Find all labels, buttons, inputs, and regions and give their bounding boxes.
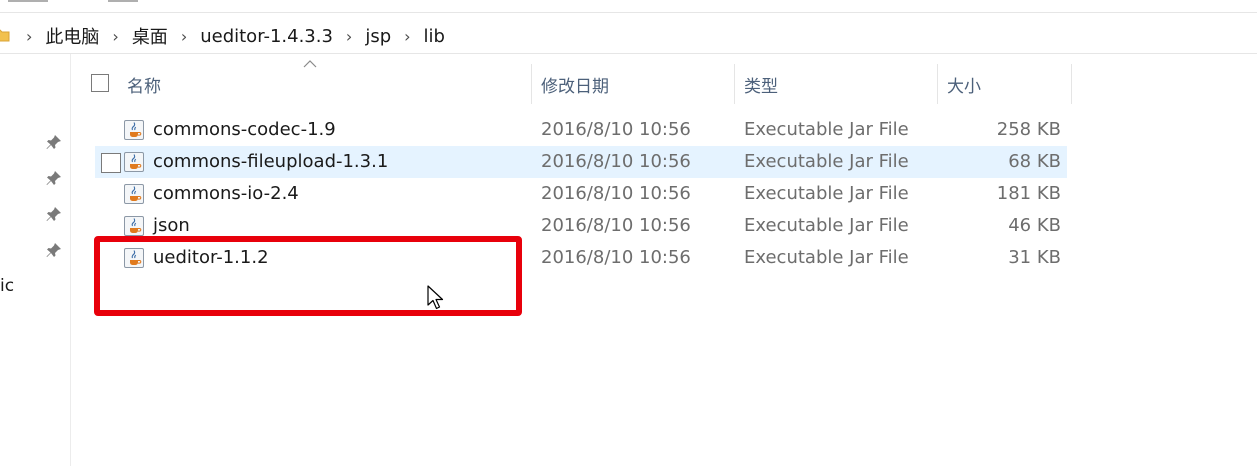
- file-date-modified: 2016/8/10 10:56: [541, 119, 691, 140]
- file-size: 68 KB: [1008, 151, 1061, 172]
- address-bar[interactable]: › 此电脑 › 桌面 › ueditor-1.4.3.3 › jsp › lib: [0, 19, 1257, 54]
- file-list: 名称 修改日期 类型 大小 commons-codec-1.9 2016/8/1…: [71, 54, 1257, 466]
- file-row[interactable]: commons-codec-1.9 2016/8/10 10:56 Execut…: [95, 114, 1067, 146]
- folder-icon: [0, 29, 10, 42]
- file-row[interactable]: json 2016/8/10 10:56 Executable Jar File…: [95, 210, 1067, 242]
- breadcrumb-separator[interactable]: ›: [346, 27, 352, 46]
- java-jar-icon: [124, 216, 144, 236]
- column-divider[interactable]: [1071, 64, 1072, 104]
- ribbon-fragment: [8, 0, 48, 6]
- ribbon-fragment: [108, 0, 138, 6]
- file-name: commons-codec-1.9: [153, 119, 336, 140]
- breadcrumb-separator[interactable]: ›: [112, 27, 118, 46]
- file-type: Executable Jar File: [744, 119, 909, 140]
- breadcrumb-lib[interactable]: lib: [424, 26, 445, 47]
- ribbon-strip: [0, 0, 1257, 13]
- column-header-type[interactable]: 类型: [744, 72, 778, 97]
- file-size: 46 KB: [1008, 215, 1061, 236]
- file-size: 258 KB: [996, 119, 1061, 140]
- mouse-cursor-icon: [427, 285, 444, 310]
- column-header-name[interactable]: 名称: [127, 72, 161, 97]
- column-header-date-modified[interactable]: 修改日期: [541, 72, 609, 97]
- breadcrumb-separator[interactable]: ›: [404, 27, 410, 46]
- column-divider[interactable]: [531, 64, 532, 104]
- file-date-modified: 2016/8/10 10:56: [541, 215, 691, 236]
- file-row[interactable]: commons-io-2.4 2016/8/10 10:56 Executabl…: [95, 178, 1067, 210]
- file-type: Executable Jar File: [744, 183, 909, 204]
- file-name: commons-io-2.4: [153, 183, 299, 204]
- pin-icon[interactable]: [46, 242, 62, 258]
- file-row[interactable]: ueditor-1.1.2 2016/8/10 10:56 Executable…: [95, 242, 1067, 274]
- navigation-pane: ic: [0, 54, 71, 466]
- file-type: Executable Jar File: [744, 151, 909, 172]
- breadcrumb: › 此电脑 › 桌面 › ueditor-1.4.3.3 › jsp › lib: [26, 19, 458, 53]
- breadcrumb-separator[interactable]: ›: [26, 27, 32, 46]
- file-size: 31 KB: [1008, 247, 1061, 268]
- column-divider[interactable]: [937, 64, 938, 104]
- java-jar-icon: [124, 248, 144, 268]
- column-header-size[interactable]: 大小: [947, 72, 981, 97]
- column-headers: 名称 修改日期 类型 大小: [71, 60, 1072, 104]
- select-all-checkbox[interactable]: [91, 74, 109, 92]
- file-type: Executable Jar File: [744, 247, 909, 268]
- pin-icon[interactable]: [46, 170, 62, 186]
- file-name: commons-fileupload-1.3.1: [153, 151, 389, 172]
- breadcrumb-ueditor[interactable]: ueditor-1.4.3.3: [200, 26, 333, 47]
- java-jar-icon: [124, 120, 144, 140]
- java-jar-icon: [124, 152, 144, 172]
- file-date-modified: 2016/8/10 10:56: [541, 183, 691, 204]
- breadcrumb-this-pc[interactable]: 此电脑: [45, 23, 99, 49]
- nav-item-partial-label[interactable]: ic: [0, 276, 14, 296]
- file-explorer-window: › 此电脑 › 桌面 › ueditor-1.4.3.3 › jsp › lib…: [0, 0, 1257, 466]
- file-name: ueditor-1.1.2: [153, 247, 269, 268]
- file-date-modified: 2016/8/10 10:56: [541, 247, 691, 268]
- file-size: 181 KB: [996, 183, 1061, 204]
- file-name: json: [153, 215, 190, 236]
- file-type: Executable Jar File: [744, 215, 909, 236]
- file-row[interactable]: commons-fileupload-1.3.1 2016/8/10 10:56…: [95, 146, 1067, 178]
- pin-icon[interactable]: [46, 206, 62, 222]
- java-jar-icon: [124, 184, 144, 204]
- breadcrumb-jsp[interactable]: jsp: [365, 26, 391, 47]
- sort-ascending-icon: [303, 60, 317, 68]
- row-checkbox[interactable]: [101, 153, 121, 173]
- breadcrumb-separator[interactable]: ›: [181, 27, 187, 46]
- column-divider[interactable]: [734, 64, 735, 104]
- breadcrumb-desktop[interactable]: 桌面: [132, 23, 168, 49]
- file-date-modified: 2016/8/10 10:56: [541, 151, 691, 172]
- pin-icon[interactable]: [46, 134, 62, 150]
